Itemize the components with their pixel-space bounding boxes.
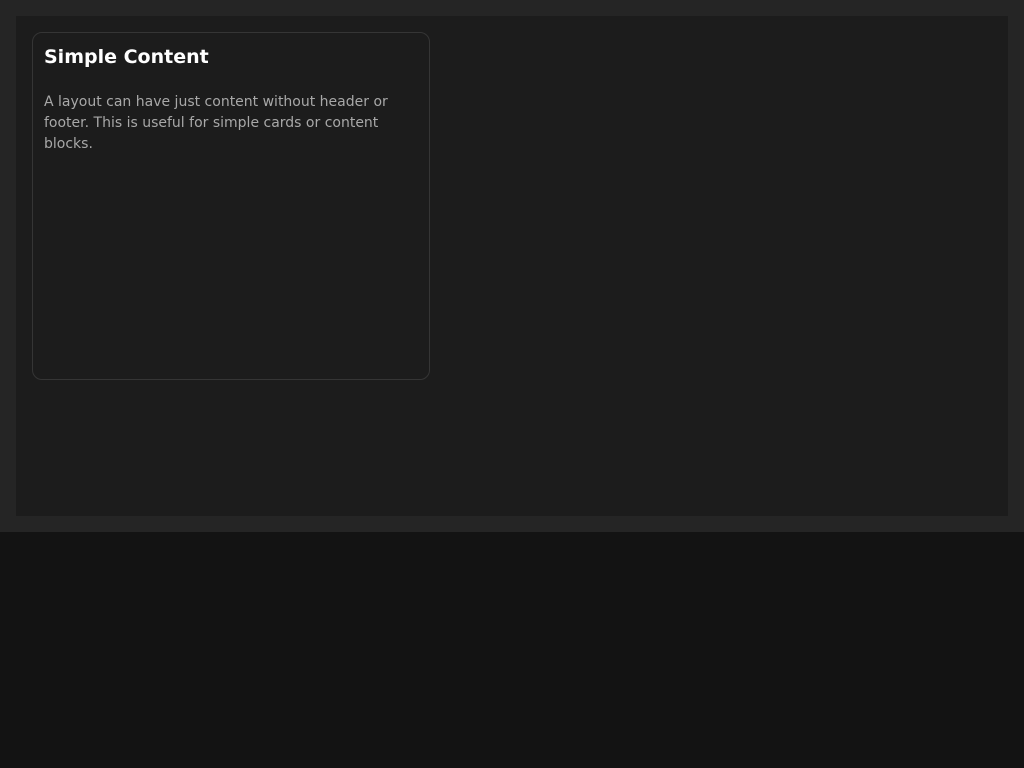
content-panel: Simple Content A layout can have just co… [16, 16, 1008, 516]
card-title: Simple Content [44, 46, 209, 68]
layout-frame: Simple Content A layout can have just co… [0, 0, 1024, 532]
card-body-text: A layout can have just content without h… [44, 94, 388, 152]
simple-content-card: Simple Content A layout can have just co… [32, 32, 430, 380]
